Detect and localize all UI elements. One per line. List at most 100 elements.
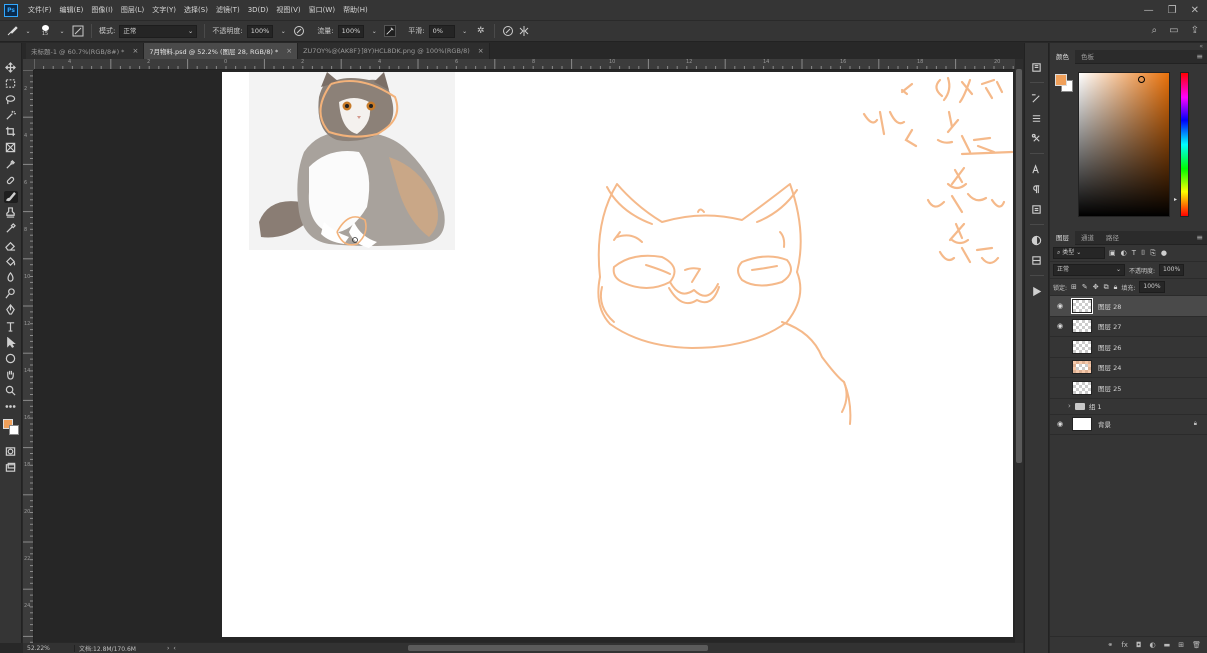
menu-layer[interactable]: 图层(L): [117, 0, 148, 20]
glyphs-icon[interactable]: [1030, 202, 1044, 216]
menu-filter[interactable]: 滤镜(T): [212, 0, 244, 20]
zoom-level[interactable]: 52.22%: [23, 644, 75, 652]
restore-button[interactable]: ❐: [1168, 5, 1177, 16]
search-icon[interactable]: ⌕: [1152, 25, 1158, 36]
menu-view[interactable]: 视图(V): [272, 0, 304, 20]
menu-type[interactable]: 文字(Y): [148, 0, 180, 20]
tab-untitled-1[interactable]: 未标题-1 @ 60.7%(RGB/8#) * ×: [26, 43, 145, 59]
close-icon[interactable]: ×: [132, 47, 138, 55]
paragraph-icon[interactable]: [1030, 182, 1044, 196]
airbrush-icon[interactable]: [384, 25, 397, 37]
pen-tool-icon[interactable]: [4, 304, 18, 316]
new-adjustment-icon[interactable]: ◐: [1150, 641, 1156, 649]
visibility-toggle[interactable]: ◉: [1054, 363, 1066, 371]
status-arrow-icon[interactable]: ›: [167, 645, 169, 652]
vertical-ruler[interactable]: 2 4 6 8 10 12 14 16 18 20 22 24: [23, 70, 34, 644]
chevron-down-icon[interactable]: ⌄: [56, 25, 68, 37]
lock-artboard-icon[interactable]: ⧉: [1104, 283, 1109, 292]
type-tool-icon[interactable]: [4, 320, 18, 332]
smoothing-input[interactable]: 0%: [428, 24, 455, 38]
hand-tool-icon[interactable]: [4, 369, 18, 381]
layer-row-26[interactable]: ◉ 图层 26: [1050, 337, 1207, 358]
clone-source-icon[interactable]: [1030, 131, 1044, 145]
new-group-icon[interactable]: ▬: [1164, 641, 1171, 649]
color-picker-field[interactable]: [1078, 72, 1170, 217]
panel-foreground-swatch[interactable]: [1055, 74, 1067, 86]
pressure-size-icon[interactable]: [502, 25, 514, 37]
tab-paths[interactable]: 路径: [1100, 231, 1125, 245]
document-size-info[interactable]: 文档:12.8M/170.6M: [75, 644, 163, 653]
crop-tool-icon[interactable]: [4, 126, 18, 138]
layer-fill-input[interactable]: 100%: [1139, 281, 1165, 293]
brush-tool-preset-icon[interactable]: [6, 25, 18, 37]
paint-bucket-tool-icon[interactable]: [4, 255, 18, 267]
zoom-tool-icon[interactable]: [4, 385, 18, 397]
tab-color[interactable]: 颜色: [1050, 49, 1075, 64]
layer-filter-select[interactable]: ⌕ 类型 ⌄: [1053, 247, 1105, 259]
path-selection-tool-icon[interactable]: [4, 336, 18, 348]
tab-png-reference[interactable]: ZU7OY%@(AK8F}]8Y)HCL8DK.png @ 100%(RGB/8…: [298, 43, 490, 59]
chevron-down-icon[interactable]: ⌄: [277, 25, 289, 37]
symmetry-icon[interactable]: [518, 25, 530, 37]
brushes-icon[interactable]: [1030, 111, 1044, 125]
magic-wand-tool-icon[interactable]: [4, 110, 18, 122]
more-tools-icon[interactable]: [4, 401, 18, 413]
scroll-left-icon[interactable]: ‹: [173, 645, 175, 652]
panel-menu-icon[interactable]: ≡: [1196, 231, 1203, 245]
horizontal-ruler[interactable]: 4 2 0 2 4 6 8 10 12 14 16 18 20: [34, 59, 1015, 70]
minimize-button[interactable]: —: [1144, 5, 1154, 16]
tab-7yue-wuliao[interactable]: 7月物料.psd @ 52.2% (图层 28, RGB/8) * ×: [144, 43, 299, 59]
screen-mode-icon[interactable]: [4, 462, 18, 474]
filter-type-icon[interactable]: T: [1132, 249, 1136, 258]
tab-channels[interactable]: 通道: [1075, 231, 1100, 245]
chevron-down-icon[interactable]: ⌄: [459, 25, 471, 37]
libraries-icon[interactable]: [1030, 253, 1044, 267]
visibility-toggle[interactable]: ◉: [1054, 343, 1066, 351]
canvas-pasteboard[interactable]: [34, 70, 1015, 642]
history-brush-tool-icon[interactable]: [4, 223, 18, 235]
blend-mode-select[interactable]: 正常 ⌄: [1053, 264, 1125, 276]
vertical-scrollbar[interactable]: [1015, 59, 1023, 643]
brush-preview-icon[interactable]: 15: [38, 25, 52, 37]
delete-layer-icon[interactable]: 🗑︎: [1192, 641, 1201, 649]
quick-mask-icon[interactable]: [4, 445, 18, 457]
close-icon[interactable]: ×: [286, 47, 292, 55]
visibility-eye-icon[interactable]: ◉: [1054, 302, 1066, 310]
ellipse-tool-icon[interactable]: [4, 352, 18, 364]
visibility-toggle[interactable]: ◉: [1054, 402, 1066, 410]
flow-input[interactable]: 100%: [337, 24, 365, 38]
history-icon[interactable]: [1030, 60, 1044, 74]
tab-swatches[interactable]: 色板: [1075, 50, 1100, 64]
marquee-tool-icon[interactable]: [4, 77, 18, 89]
hue-slider-marker-icon[interactable]: ▸: [1174, 196, 1177, 203]
background-color-swatch[interactable]: [8, 425, 19, 436]
clone-stamp-tool-icon[interactable]: [4, 207, 18, 219]
workspace-icon[interactable]: ▭: [1169, 25, 1178, 36]
filter-smart-object-icon[interactable]: ⎘: [1150, 249, 1156, 258]
layer-row-28[interactable]: ◉ 图层 28: [1050, 296, 1207, 317]
character-icon[interactable]: [1030, 162, 1044, 176]
blur-tool-icon[interactable]: [4, 271, 18, 283]
visibility-eye-icon[interactable]: ◉: [1054, 420, 1066, 428]
lasso-tool-icon[interactable]: [4, 93, 18, 105]
filter-toggle-icon[interactable]: ●: [1161, 249, 1167, 258]
brush-settings-icon[interactable]: [72, 25, 84, 37]
move-tool-icon[interactable]: [4, 61, 18, 73]
eraser-tool-icon[interactable]: [4, 239, 18, 251]
menu-3d[interactable]: 3D(D): [244, 0, 273, 20]
layer-row-24[interactable]: ◉ 图层 24: [1050, 358, 1207, 378]
layer-row-25[interactable]: ◉ 图层 25: [1050, 378, 1207, 399]
lock-transparency-icon[interactable]: ⊞: [1071, 283, 1077, 292]
eyedropper-tool-icon[interactable]: [4, 158, 18, 170]
color-picker-cursor[interactable]: [1138, 76, 1145, 83]
horizontal-scrollbar-thumb[interactable]: [408, 645, 708, 651]
layer-background[interactable]: ◉ 背景 🔒︎: [1050, 415, 1207, 435]
filter-pixel-icon[interactable]: ▣: [1109, 249, 1116, 258]
chevron-right-icon[interactable]: ›: [1068, 402, 1071, 410]
dodge-tool-icon[interactable]: [4, 288, 18, 300]
menu-image[interactable]: 图像(I): [87, 0, 117, 20]
color-swatches[interactable]: [2, 419, 19, 436]
mode-select[interactable]: 正常 ⌄: [119, 24, 198, 38]
new-layer-icon[interactable]: ⊞: [1178, 641, 1184, 649]
menu-edit[interactable]: 编辑(E): [56, 0, 88, 20]
